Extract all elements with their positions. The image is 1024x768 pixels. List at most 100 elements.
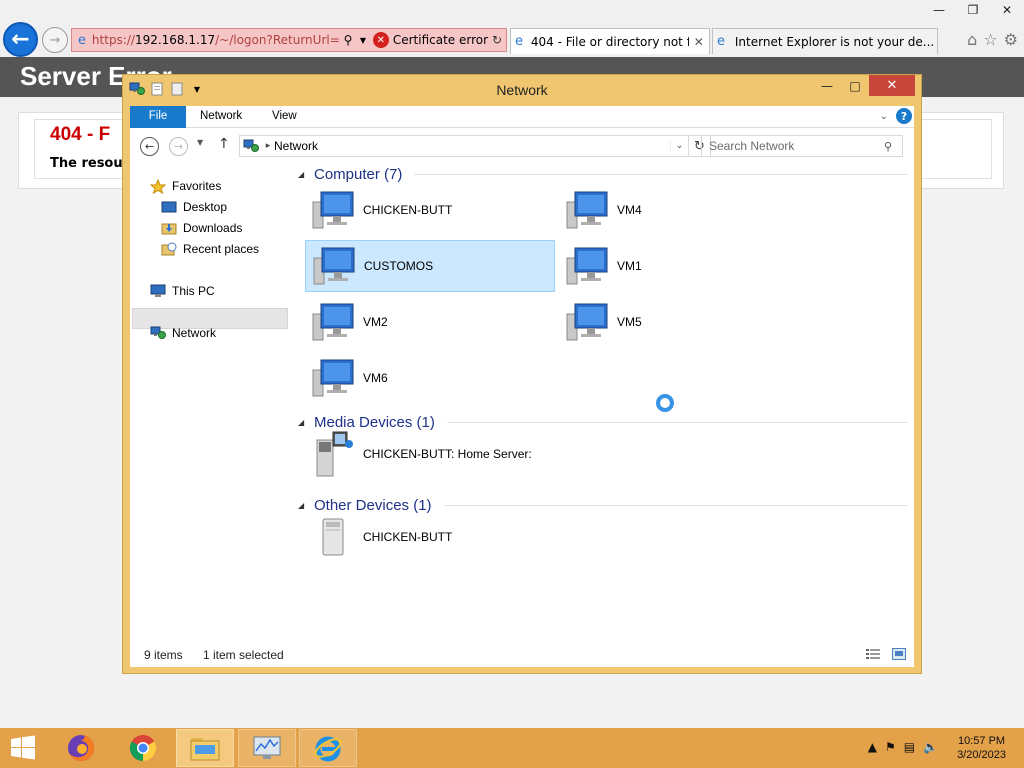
explorer-navigation-bar: ← → ▼ ↑ ▸ Network ⌄ ↻ Search Network ⚲ bbox=[130, 128, 914, 164]
certificate-error-label[interactable]: Certificate error bbox=[393, 33, 488, 47]
browser-url[interactable]: https://192.168.1.17/~/logon?ReturnUrl=%… bbox=[92, 33, 339, 47]
browser-minimize-button[interactable]: — bbox=[922, 0, 956, 20]
group-divider bbox=[446, 421, 908, 423]
network-item-computer[interactable]: CHICKEN-BUTT bbox=[305, 184, 555, 236]
volume-muted-icon[interactable]: 🔈 bbox=[923, 740, 938, 754]
ribbon-tab-file[interactable]: File bbox=[130, 106, 186, 128]
browser-tab-ie-default[interactable]: e Internet Explorer is not your de... bbox=[712, 28, 938, 54]
action-center-flag-icon[interactable]: ⚑ bbox=[885, 740, 896, 754]
large-icons-view-icon[interactable] bbox=[892, 648, 906, 660]
back-arrow-icon: ← bbox=[11, 27, 30, 52]
star-icon bbox=[150, 178, 166, 194]
address-history-dropdown-icon[interactable]: ⌄ bbox=[670, 141, 688, 151]
computer-monitor-icon bbox=[563, 300, 611, 344]
item-label: VM6 bbox=[363, 371, 388, 385]
network-item-computer[interactable]: VM4 bbox=[559, 184, 809, 236]
clock-time: 10:57 PM bbox=[957, 735, 1006, 747]
item-label: VM4 bbox=[617, 203, 642, 217]
network-item-computer[interactable]: VM5 bbox=[559, 296, 809, 348]
network-item-computer[interactable]: VM6 bbox=[305, 352, 555, 404]
search-network-input[interactable]: Search Network ⚲ bbox=[701, 135, 903, 157]
breadcrumb-chevron-icon[interactable]: ▸ bbox=[262, 141, 274, 151]
tab-label: 404 - File or directory not fo... bbox=[530, 34, 689, 49]
show-hidden-icons-icon[interactable]: ▲ bbox=[868, 740, 877, 754]
network-item-computer[interactable]: VM2 bbox=[305, 296, 555, 348]
browser-refresh-icon[interactable]: ↻ bbox=[488, 33, 506, 47]
ribbon: File Network View ⌄ ? bbox=[130, 106, 914, 128]
taskbar-internet-explorer[interactable] bbox=[299, 729, 357, 767]
computer-icon bbox=[150, 284, 166, 298]
expand-ribbon-icon[interactable]: ⌄ bbox=[880, 111, 888, 122]
explorer-window-controls: — □ ✕ bbox=[813, 75, 915, 96]
address-search-icon[interactable]: ⚲ bbox=[339, 33, 357, 47]
nav-item-this-pc[interactable]: This PC bbox=[150, 281, 215, 301]
group-divider bbox=[443, 504, 908, 506]
network-item-computer[interactable]: VM1 bbox=[559, 240, 809, 292]
nav-item-downloads[interactable]: Downloads bbox=[161, 218, 242, 238]
network-item-computer-selected[interactable]: CUSTOMOS bbox=[305, 240, 555, 292]
network-status-icon[interactable]: ▤ bbox=[904, 740, 915, 754]
clock-date: 3/20/2023 bbox=[957, 749, 1006, 761]
favorites-star-icon[interactable]: ☆ bbox=[983, 30, 997, 49]
taskbar-chrome[interactable] bbox=[114, 729, 172, 767]
browser-close-button[interactable]: ✕ bbox=[990, 0, 1024, 20]
ribbon-tab-view[interactable]: View bbox=[272, 106, 297, 128]
browser-tab-404[interactable]: e 404 - File or directory not fo... ✕ bbox=[510, 28, 710, 54]
tab-close-icon[interactable]: ✕ bbox=[693, 35, 705, 49]
collapse-triangle-icon[interactable]: ◢ bbox=[298, 170, 308, 179]
nav-item-favorites[interactable]: Favorites bbox=[150, 176, 221, 196]
error-text: The resou bbox=[50, 156, 123, 171]
group-header-computer[interactable]: ◢ Computer (7) bbox=[298, 164, 908, 184]
network-item-media-device[interactable]: CHICKEN-BUTT: Home Server: bbox=[305, 428, 665, 480]
collapse-triangle-icon[interactable]: ◢ bbox=[298, 418, 308, 427]
certificate-error-icon[interactable]: ✕ bbox=[372, 32, 389, 48]
nav-label: Network bbox=[172, 326, 217, 340]
collapse-triangle-icon[interactable]: ◢ bbox=[298, 501, 308, 510]
taskbar-clock[interactable]: 10:57 PM 3/20/2023 bbox=[957, 734, 1006, 762]
up-arrow-icon[interactable]: ↑ bbox=[218, 136, 230, 152]
explorer-body: Favorites Desktop Downloads Recent place… bbox=[130, 164, 914, 667]
network-icon bbox=[240, 139, 262, 153]
address-dropdown-icon[interactable]: ▼ bbox=[357, 36, 369, 45]
computer-monitor-icon bbox=[563, 244, 611, 288]
explorer-maximize-button[interactable]: □ bbox=[841, 75, 869, 96]
explorer-address-bar[interactable]: ▸ Network ⌄ bbox=[239, 135, 689, 157]
explorer-window: ▼ Network — □ ✕ File Network View ⌄ ? ← … bbox=[122, 74, 922, 674]
desktop-icon bbox=[161, 200, 177, 214]
nav-item-network[interactable]: Network bbox=[150, 323, 216, 343]
downloads-icon bbox=[161, 221, 177, 235]
item-label: CHICKEN-BUTT bbox=[363, 530, 453, 544]
item-label: VM2 bbox=[363, 315, 388, 329]
browser-address-bar[interactable]: e https://192.168.1.17/~/logon?ReturnUrl… bbox=[71, 28, 507, 52]
browser-toolbar-icons: ⌂ ☆ ⚙ bbox=[967, 30, 1018, 49]
computer-monitor-icon bbox=[310, 244, 358, 288]
home-icon[interactable]: ⌂ bbox=[967, 30, 977, 49]
browser-restore-button[interactable]: ❐ bbox=[956, 0, 990, 20]
url-prefix: https:// bbox=[91, 33, 135, 47]
nav-item-desktop[interactable]: Desktop bbox=[161, 197, 227, 217]
explorer-minimize-button[interactable]: — bbox=[813, 75, 841, 96]
nav-item-recent-places[interactable]: Recent places bbox=[161, 239, 259, 259]
taskbar-performance-monitor[interactable] bbox=[238, 729, 296, 767]
gear-icon[interactable]: ⚙ bbox=[1004, 30, 1018, 49]
browser-forward-button[interactable]: → bbox=[42, 27, 68, 53]
status-bar: 9 items 1 item selected bbox=[130, 628, 914, 667]
browser-back-button[interactable]: ← bbox=[3, 22, 38, 57]
content-pane: ◢ Computer (7) CHICKEN-BUTT VM4 CUSTOMOS… bbox=[290, 164, 914, 628]
details-view-icon[interactable] bbox=[866, 648, 880, 660]
ribbon-tab-network[interactable]: Network bbox=[200, 106, 242, 128]
start-button[interactable] bbox=[0, 728, 46, 768]
explorer-back-button[interactable]: ← bbox=[140, 137, 159, 156]
recent-locations-dropdown-icon[interactable]: ▼ bbox=[197, 138, 203, 147]
explorer-close-button[interactable]: ✕ bbox=[869, 75, 915, 96]
computer-monitor-icon bbox=[309, 356, 357, 400]
help-icon[interactable]: ? bbox=[896, 108, 912, 124]
taskbar-firefox[interactable] bbox=[52, 729, 110, 767]
forward-arrow-icon: → bbox=[49, 32, 61, 48]
network-item-other-device[interactable]: CHICKEN-BUTT bbox=[305, 511, 555, 563]
taskbar-file-explorer[interactable] bbox=[176, 729, 234, 767]
explorer-titlebar[interactable]: ▼ Network — □ ✕ bbox=[123, 75, 921, 105]
folder-icon bbox=[190, 738, 220, 761]
explorer-forward-button[interactable]: → bbox=[169, 137, 188, 156]
breadcrumb-network[interactable]: Network bbox=[274, 139, 670, 153]
